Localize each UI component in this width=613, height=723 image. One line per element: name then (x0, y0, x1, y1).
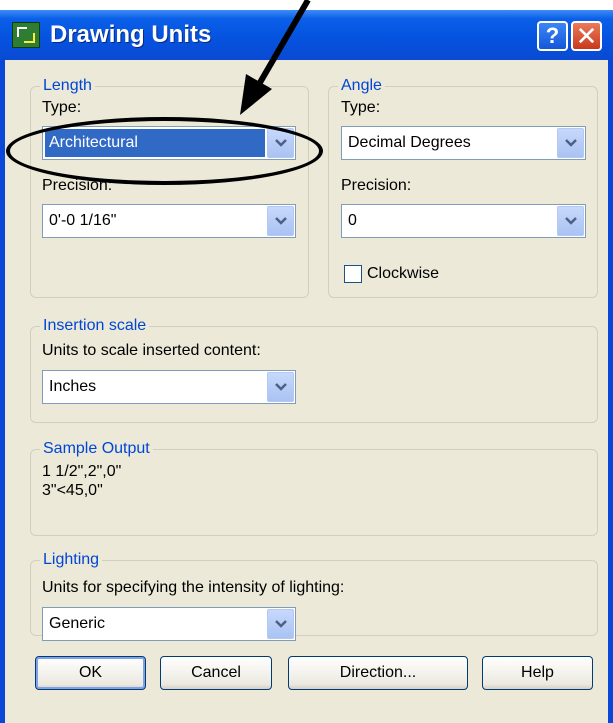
window-title: Drawing Units (50, 21, 212, 48)
clockwise-checkbox[interactable] (344, 265, 362, 283)
title-close-button[interactable]: ✕ (571, 21, 602, 51)
angle-legend: Angle (338, 76, 385, 96)
lighting-units-value: Generic (49, 615, 106, 632)
insertion-units-value: Inches (49, 378, 97, 395)
help-button[interactable]: Help (482, 656, 593, 690)
title-help-button[interactable]: ? (537, 21, 568, 51)
angle-precision-select[interactable]: 0 (341, 204, 586, 238)
ok-button[interactable]: OK (35, 656, 146, 690)
angle-type-select[interactable]: Decimal Degrees (341, 126, 586, 160)
dialog-client-area: Length Type: Architectural Precision: 0'… (5, 60, 608, 723)
chevron-down-icon[interactable] (267, 128, 294, 158)
length-type-value: Architectural (45, 129, 265, 157)
title-bar[interactable]: Drawing Units ? ✕ (0, 10, 613, 60)
length-precision-value: 0'-0 1/16" (49, 212, 117, 229)
drawing-units-dialog: Drawing Units ? ✕ Length Type: Architect… (0, 10, 613, 723)
sample-output-line-1: 1 1/2",2",0" (42, 463, 122, 480)
insertion-units-label: Units to scale inserted content: (42, 342, 261, 359)
chevron-down-icon[interactable] (267, 206, 294, 236)
insertion-scale-legend: Insertion scale (40, 316, 150, 336)
direction-button[interactable]: Direction... (288, 656, 468, 690)
lighting-legend: Lighting (40, 550, 103, 570)
length-precision-select[interactable]: 0'-0 1/16" (42, 204, 296, 238)
chevron-down-icon[interactable] (267, 609, 294, 639)
length-legend: Length (40, 76, 95, 96)
angle-type-label: Type: (341, 99, 381, 116)
length-type-label: Type: (42, 99, 82, 116)
angle-precision-value: 0 (348, 212, 357, 229)
sample-output-legend: Sample Output (40, 439, 153, 459)
sample-output-line-2: 3"<45,0" (42, 482, 103, 499)
lighting-units-select[interactable]: Generic (42, 607, 296, 641)
chevron-down-icon[interactable] (267, 372, 294, 402)
angle-precision-label: Precision: (341, 177, 412, 194)
angle-type-value: Decimal Degrees (348, 134, 471, 151)
chevron-down-icon[interactable] (557, 128, 584, 158)
lighting-units-label: Units for specifying the intensity of li… (42, 579, 345, 596)
clockwise-label[interactable]: Clockwise (367, 264, 439, 284)
length-type-select[interactable]: Architectural (42, 126, 296, 160)
drawing-units-app-icon (12, 22, 40, 48)
insertion-units-select[interactable]: Inches (42, 370, 296, 404)
cancel-button[interactable]: Cancel (160, 656, 272, 690)
chevron-down-icon[interactable] (557, 206, 584, 236)
length-precision-label: Precision: (42, 177, 113, 194)
